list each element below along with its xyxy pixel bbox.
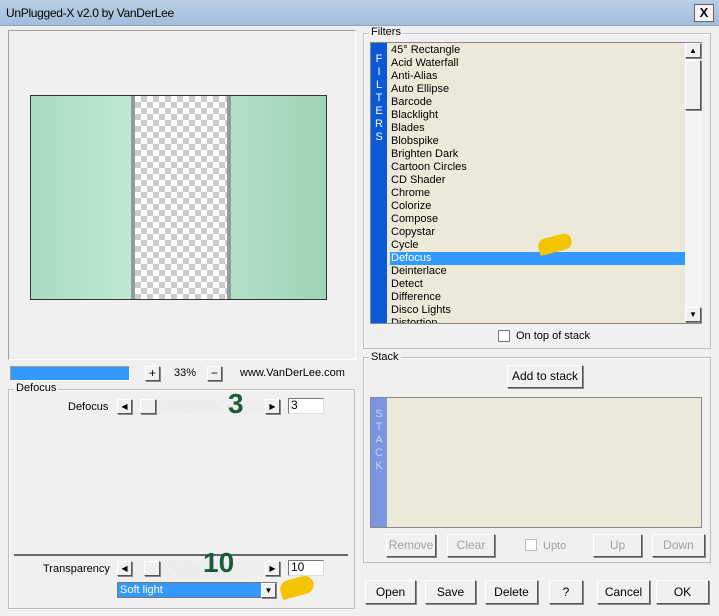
transparency-decrease-button[interactable]: ◀: [117, 561, 132, 576]
transparency-increase-button[interactable]: ▶: [265, 561, 280, 576]
window-title: UnPlugged-X v2.0 by VanDerLee: [6, 6, 174, 20]
filter-list-scrollbar[interactable]: ▲ ▼: [685, 43, 702, 323]
zoom-in-button[interactable]: +: [145, 366, 160, 381]
upto-checkbox[interactable]: [525, 539, 537, 551]
defocus-slider-thumb[interactable]: [140, 399, 156, 414]
filter-item[interactable]: Deinterlace: [390, 265, 685, 278]
band-letter: C: [375, 447, 383, 459]
ok-button[interactable]: OK: [656, 580, 709, 604]
filter-item[interactable]: Colorize: [390, 200, 685, 213]
filter-item[interactable]: Copystar: [390, 226, 685, 239]
transparency-label: Transparency: [43, 563, 110, 575]
open-button[interactable]: Open: [365, 580, 416, 604]
stack-group-title: Stack: [369, 351, 401, 363]
title-bar: UnPlugged-X v2.0 by VanDerLee X: [0, 0, 719, 26]
progress-fill: [11, 367, 129, 380]
filter-item[interactable]: Distortion: [390, 317, 685, 323]
filter-item[interactable]: Difference: [390, 291, 685, 304]
filter-list[interactable]: FILTERS 45° Rectangle Acid Waterfall Anti-…: [370, 42, 702, 324]
remove-button[interactable]: Remove: [386, 534, 436, 557]
filter-item[interactable]: Barcode: [390, 96, 685, 109]
transparency-value-input[interactable]: 10: [288, 560, 324, 576]
parameters-group-title: Defocus: [14, 382, 59, 394]
cancel-button[interactable]: Cancel: [597, 580, 650, 604]
up-button[interactable]: Up: [593, 534, 642, 557]
defocus-decrease-button[interactable]: ◀: [117, 399, 132, 414]
filter-item[interactable]: Anti-Alias: [390, 70, 685, 83]
filter-item[interactable]: Auto Ellipse: [390, 83, 685, 96]
band-letter: T: [375, 421, 383, 433]
filter-item[interactable]: Brighten Dark: [390, 148, 685, 161]
chevron-down-icon[interactable]: ▼: [261, 583, 276, 598]
stack-band: STACK: [371, 398, 387, 527]
filter-item[interactable]: Detect: [390, 278, 685, 291]
down-button[interactable]: Down: [652, 534, 705, 557]
help-button[interactable]: ?: [549, 580, 583, 604]
separator: [14, 554, 348, 556]
band-letter: K: [375, 460, 383, 472]
filter-item[interactable]: Blobspike: [390, 135, 685, 148]
close-button[interactable]: X: [694, 4, 714, 22]
filter-item[interactable]: Chrome: [390, 187, 685, 200]
zoom-level: 33%: [174, 367, 197, 379]
filters-group-title: Filters: [369, 26, 403, 38]
save-button[interactable]: Save: [425, 580, 476, 604]
preview-image: [30, 95, 327, 300]
filter-item[interactable]: Acid Waterfall: [390, 57, 685, 70]
defocus-annotation: 3: [228, 388, 244, 419]
stack-list[interactable]: STACK: [370, 397, 702, 528]
on-top-of-stack-checkbox[interactable]: [498, 330, 510, 342]
band-letter: S: [375, 408, 383, 420]
blend-mode-value: Soft light: [120, 584, 163, 596]
filter-item[interactable]: Defocus: [390, 252, 685, 265]
upto-label: Upto: [543, 540, 567, 552]
add-to-stack-button[interactable]: Add to stack: [507, 365, 583, 388]
filter-item[interactable]: Compose: [390, 213, 685, 226]
defocus-value-input[interactable]: 3: [288, 398, 324, 414]
blend-mode-select[interactable]: Soft light ▼: [117, 582, 277, 598]
filter-item[interactable]: CD Shader: [390, 174, 685, 187]
clear-button[interactable]: Clear: [447, 534, 495, 557]
filter-item[interactable]: Cartoon Circles: [390, 161, 685, 174]
defocus-increase-button[interactable]: ▶: [265, 399, 280, 414]
zoom-out-button[interactable]: −: [207, 366, 222, 381]
website-link[interactable]: www.VanDerLee.com: [240, 367, 345, 379]
scroll-up-button[interactable]: ▲: [685, 43, 701, 58]
delete-button[interactable]: Delete: [485, 580, 538, 604]
filter-item[interactable]: Disco Lights: [390, 304, 685, 317]
filter-item[interactable]: 45° Rectangle: [390, 44, 685, 57]
filter-item[interactable]: Blades: [390, 122, 685, 135]
progress-bar: [10, 366, 130, 381]
filter-item[interactable]: Blacklight: [390, 109, 685, 122]
on-top-of-stack-label: On top of stack: [516, 330, 590, 342]
scroll-thumb[interactable]: [685, 60, 701, 110]
transparency-slider-thumb[interactable]: [144, 561, 160, 576]
defocus-label: Defocus: [68, 401, 109, 413]
band-letter: A: [375, 434, 383, 446]
transparency-annotation: 10: [203, 547, 235, 578]
scroll-down-button[interactable]: ▼: [685, 307, 701, 322]
